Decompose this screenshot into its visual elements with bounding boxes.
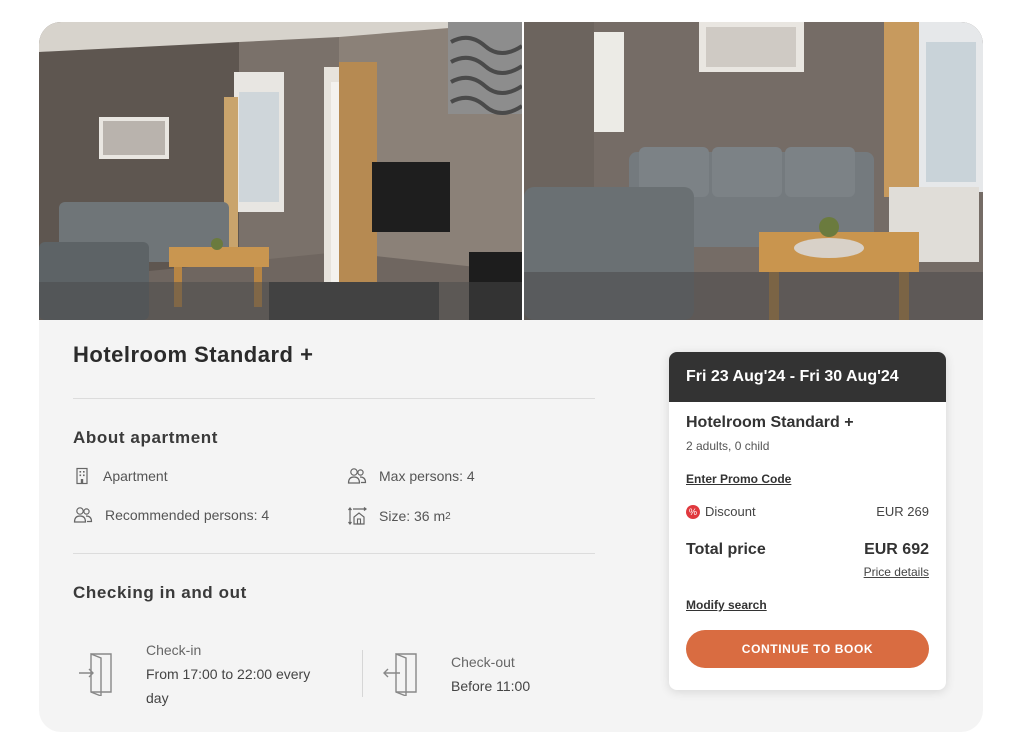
about-heading: About apartment xyxy=(73,428,218,447)
total-price-value: EUR 692 xyxy=(864,541,929,558)
check-out-label: Check-out xyxy=(451,654,515,670)
discount-icon: % xyxy=(686,504,700,519)
checkin-checkout-separator xyxy=(362,650,363,697)
total-price-label: Total price xyxy=(686,541,766,558)
discount-label: Discount xyxy=(705,504,756,519)
continue-to-book-button[interactable]: CONTINUE TO BOOK xyxy=(686,630,929,668)
booking-guests: 2 adults, 0 child xyxy=(686,439,770,453)
check-in-block: Check-in From 17:00 to 22:00 every day xyxy=(146,638,310,710)
room-photo-left[interactable] xyxy=(39,22,522,320)
discount-row: % Discount EUR 269 xyxy=(686,504,929,519)
price-details-link[interactable]: Price details xyxy=(864,565,929,579)
room-photo-right[interactable] xyxy=(524,22,983,320)
check-in-time: From 17:00 to 22:00 every xyxy=(146,666,311,682)
checking-heading: Checking in and out xyxy=(73,583,247,602)
check-in-door-icon xyxy=(79,652,112,696)
feature-apartment: Apartment xyxy=(73,467,168,485)
room-title: Hotelroom Standard + xyxy=(73,342,314,367)
promo-code-link[interactable]: Enter Promo Code xyxy=(686,472,791,486)
booking-room-name: Hotelroom Standard + xyxy=(686,414,854,431)
check-out-block: Check-out Before 11:00 xyxy=(451,650,530,698)
divider xyxy=(73,553,595,554)
check-out-time: Before 11:00 xyxy=(451,678,531,694)
feature-label-sup: 2 xyxy=(445,510,451,522)
discount-value: EUR 269 xyxy=(876,504,929,519)
photo-gallery[interactable] xyxy=(39,22,983,320)
persons-icon xyxy=(73,507,93,523)
building-icon xyxy=(76,467,88,485)
feature-max-persons: Max persons: 4 xyxy=(347,467,475,485)
feature-label: Apartment xyxy=(103,468,168,484)
feature-label: Size: 36 m xyxy=(379,508,446,524)
feature-label: Max persons: 4 xyxy=(379,468,475,484)
check-in-label: Check-in xyxy=(146,642,202,658)
booking-dates: Fri 23 Aug'24 - Fri 30 Aug'24 xyxy=(669,352,946,402)
check-in-time-cont: day xyxy=(146,690,169,706)
persons-icon xyxy=(347,468,367,484)
divider xyxy=(73,398,595,399)
room-size-icon xyxy=(348,507,367,525)
check-out-door-icon xyxy=(383,652,417,696)
modify-search-link[interactable]: Modify search xyxy=(686,598,767,612)
booking-summary-panel: Fri 23 Aug'24 - Fri 30 Aug'24 Hotelroom … xyxy=(669,352,946,690)
feature-recommended-persons: Recommended persons: 4 xyxy=(73,506,269,524)
feature-label: Recommended persons: 4 xyxy=(105,507,270,523)
feature-size: Size: 36 m2 xyxy=(347,506,451,526)
